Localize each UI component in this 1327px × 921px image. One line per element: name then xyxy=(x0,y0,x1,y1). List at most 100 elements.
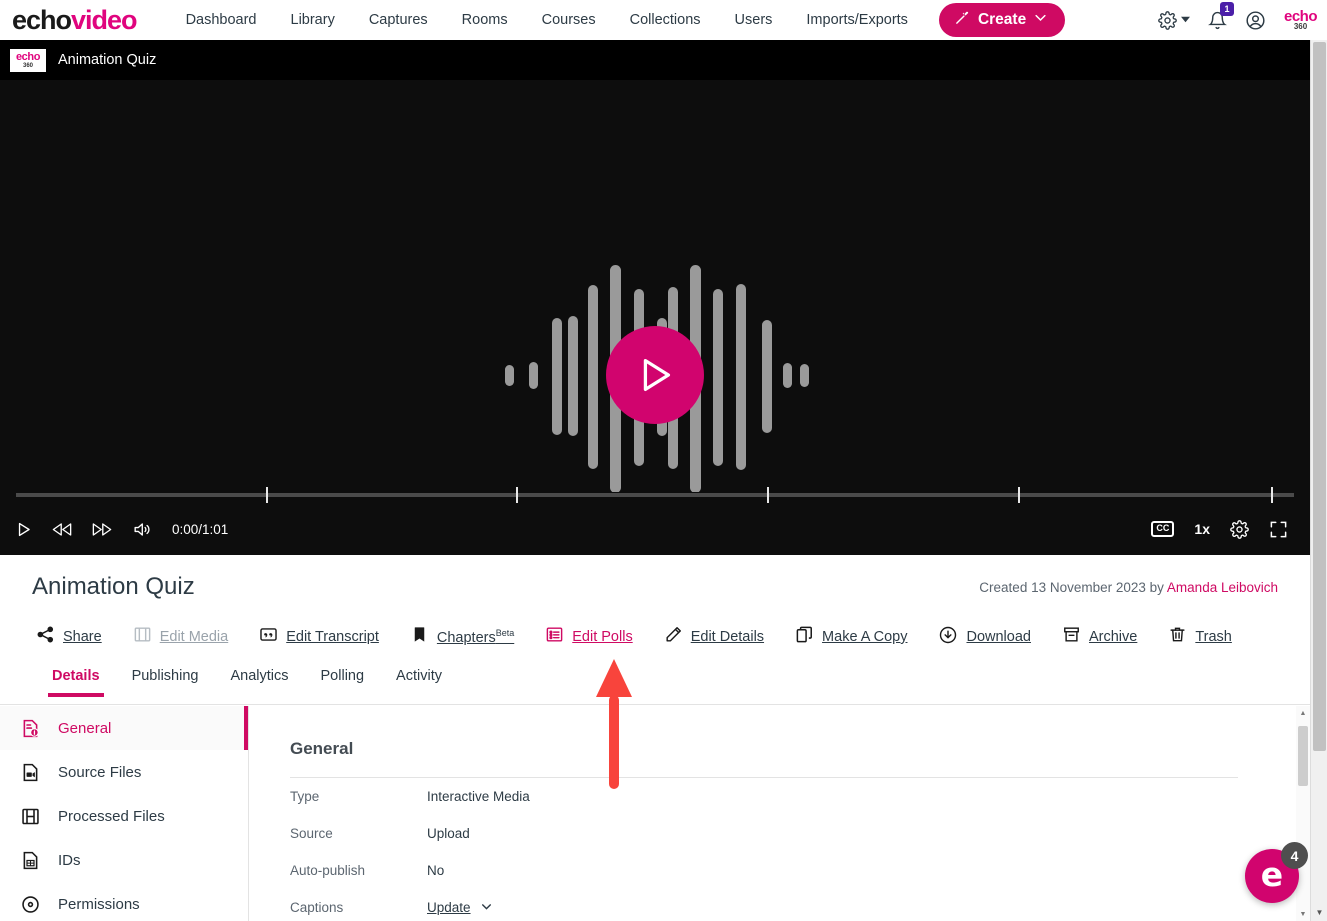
notification-badge: 1 xyxy=(1219,1,1234,16)
pencil-icon xyxy=(664,625,683,649)
sidebar-item-processed-files[interactable]: Processed Files xyxy=(0,794,248,838)
sidebar-item-label: IDs xyxy=(58,851,81,869)
player-settings-gear-icon[interactable] xyxy=(1230,519,1249,539)
breadcrumb-logo-icon[interactable]: echo 360 xyxy=(10,48,46,72)
nav-item-library[interactable]: Library xyxy=(274,12,352,28)
sidebar-item-source-files[interactable]: Source Files xyxy=(0,750,248,794)
detail-row: Source Upload xyxy=(290,815,1310,852)
user-account-button[interactable] xyxy=(1245,10,1266,31)
detail-heading: General xyxy=(290,739,354,758)
breadcrumb-logo-bottom: 360 xyxy=(22,62,33,69)
detail-scroll-thumb[interactable] xyxy=(1298,726,1308,786)
trash-action[interactable]: Trash xyxy=(1168,625,1232,649)
rewind-icon[interactable] xyxy=(51,520,73,539)
quote-icon xyxy=(259,625,278,649)
make-a-copy-label: Make A Copy xyxy=(822,629,908,645)
volume-icon[interactable] xyxy=(131,520,152,539)
edit-details-action[interactable]: Edit Details xyxy=(664,625,764,649)
page-title-row: Animation Quiz Created 13 November 2023 … xyxy=(0,563,1310,611)
sidebar-item-label: Permissions xyxy=(58,895,140,913)
tab-analytics[interactable]: Analytics xyxy=(214,665,304,697)
audio-waveform-graphic xyxy=(505,265,809,492)
scroll-up-arrow-icon[interactable]: ▲ xyxy=(1296,706,1310,720)
edit-polls-action[interactable]: Edit Polls xyxy=(545,625,633,649)
chat-logo-glyph: e xyxy=(1260,855,1284,894)
fullscreen-icon[interactable] xyxy=(1269,520,1288,539)
make-a-copy-action[interactable]: Make A Copy xyxy=(795,625,907,649)
notifications-button[interactable]: 1 xyxy=(1208,1,1234,30)
nav-item-dashboard[interactable]: Dashboard xyxy=(169,12,274,28)
support-chat-button[interactable]: e 4 xyxy=(1245,842,1308,903)
nav-right-cluster: 1 echo 360 xyxy=(1158,0,1318,40)
page-scroll-thumb[interactable] xyxy=(1313,42,1326,751)
chevron-down-icon xyxy=(1033,10,1048,30)
closed-captions-icon[interactable]: CC xyxy=(1151,521,1175,537)
edit-details-label: Edit Details xyxy=(690,629,765,645)
detail-tabs: Details Publishing Analytics Polling Act… xyxy=(0,665,1310,705)
scrubber-tick xyxy=(1018,487,1020,503)
video-player: 0:00/1:01 CC 1x xyxy=(0,80,1310,555)
page-title: Animation Quiz xyxy=(32,573,195,600)
play-button-overlay[interactable] xyxy=(606,326,704,424)
nav-item-collections[interactable]: Collections xyxy=(613,12,718,28)
tab-details[interactable]: Details xyxy=(36,665,116,697)
download-action[interactable]: Download xyxy=(938,625,1031,650)
detail-key: Type xyxy=(290,789,320,804)
id-file-icon xyxy=(18,850,42,871)
player-stage[interactable] xyxy=(0,80,1310,492)
settings-menu-button[interactable] xyxy=(1158,10,1190,30)
player-scrubber[interactable] xyxy=(0,487,1310,503)
player-controls: 0:00/1:01 CC 1x xyxy=(0,503,1310,555)
detail-value: Upload xyxy=(427,826,470,841)
share-icon xyxy=(36,625,55,649)
player-controls-right: CC 1x xyxy=(1151,519,1296,539)
create-button[interactable]: Create xyxy=(938,3,1066,37)
echovideo-logo[interactable]: echovideo xyxy=(12,4,138,35)
detail-panel-scrollbar[interactable]: ▲ ▼ xyxy=(1296,706,1310,921)
nav-item-courses[interactable]: Courses xyxy=(525,12,613,28)
list-icon xyxy=(545,625,564,649)
sidebar-item-ids[interactable]: IDs xyxy=(0,838,248,882)
scroll-down-arrow-icon[interactable]: ▼ xyxy=(1296,907,1310,921)
breadcrumb-logo-top: echo xyxy=(15,50,41,63)
play-icon[interactable] xyxy=(14,520,33,539)
trash-label: Trash xyxy=(1195,629,1232,645)
logo-echo-text: echo xyxy=(12,4,72,35)
tab-activity[interactable]: Activity xyxy=(380,665,458,697)
sidebar-item-label: General xyxy=(58,719,112,737)
scrubber-track[interactable] xyxy=(16,493,1294,497)
scrubber-tick xyxy=(1271,487,1273,503)
created-metadata: Created 13 November 2023 by Amanda Leibo… xyxy=(979,580,1278,595)
breadcrumb-title: Animation Quiz xyxy=(58,52,157,68)
nav-item-imports-exports[interactable]: Imports/Exports xyxy=(789,12,925,28)
archive-action[interactable]: Archive xyxy=(1062,625,1137,649)
captions-update-link[interactable]: Update xyxy=(427,900,493,916)
tab-polling[interactable]: Polling xyxy=(305,665,381,697)
detail-key: Auto-publish xyxy=(290,863,366,878)
magic-wand-icon xyxy=(954,9,971,31)
share-action[interactable]: Share xyxy=(36,625,102,649)
echo360-brand-mark[interactable]: echo 360 xyxy=(1284,9,1318,31)
fast-forward-icon[interactable] xyxy=(91,520,113,539)
page-scrollbar[interactable]: ▲ ▼ xyxy=(1310,40,1327,921)
tab-publishing[interactable]: Publishing xyxy=(116,665,215,697)
edit-transcript-action[interactable]: Edit Transcript xyxy=(259,625,379,649)
created-author-link[interactable]: Amanda Leibovich xyxy=(1167,580,1278,595)
chapters-action[interactable]: ChaptersBeta xyxy=(410,625,514,649)
nav-item-users[interactable]: Users xyxy=(718,12,790,28)
scrubber-tick xyxy=(767,487,769,503)
sidebar-item-permissions[interactable]: Permissions xyxy=(0,882,248,921)
playback-speed-button[interactable]: 1x xyxy=(1194,521,1210,537)
top-navigation-bar: echovideo Dashboard Library Captures Roo… xyxy=(0,0,1327,40)
caret-down-icon xyxy=(1180,11,1190,29)
playback-time: 0:00/1:01 xyxy=(172,521,229,537)
nav-item-captures[interactable]: Captures xyxy=(352,12,445,28)
nav-item-rooms[interactable]: Rooms xyxy=(445,12,525,28)
detail-key: Captions xyxy=(290,900,344,915)
page-scroll-down-arrow-icon[interactable]: ▼ xyxy=(1311,904,1327,921)
logo-video-text: video xyxy=(71,4,138,35)
copy-icon xyxy=(795,625,814,649)
detail-row: Auto-publish No xyxy=(290,852,1310,889)
share-label: Share xyxy=(63,629,102,645)
sidebar-item-general[interactable]: General xyxy=(0,706,248,750)
